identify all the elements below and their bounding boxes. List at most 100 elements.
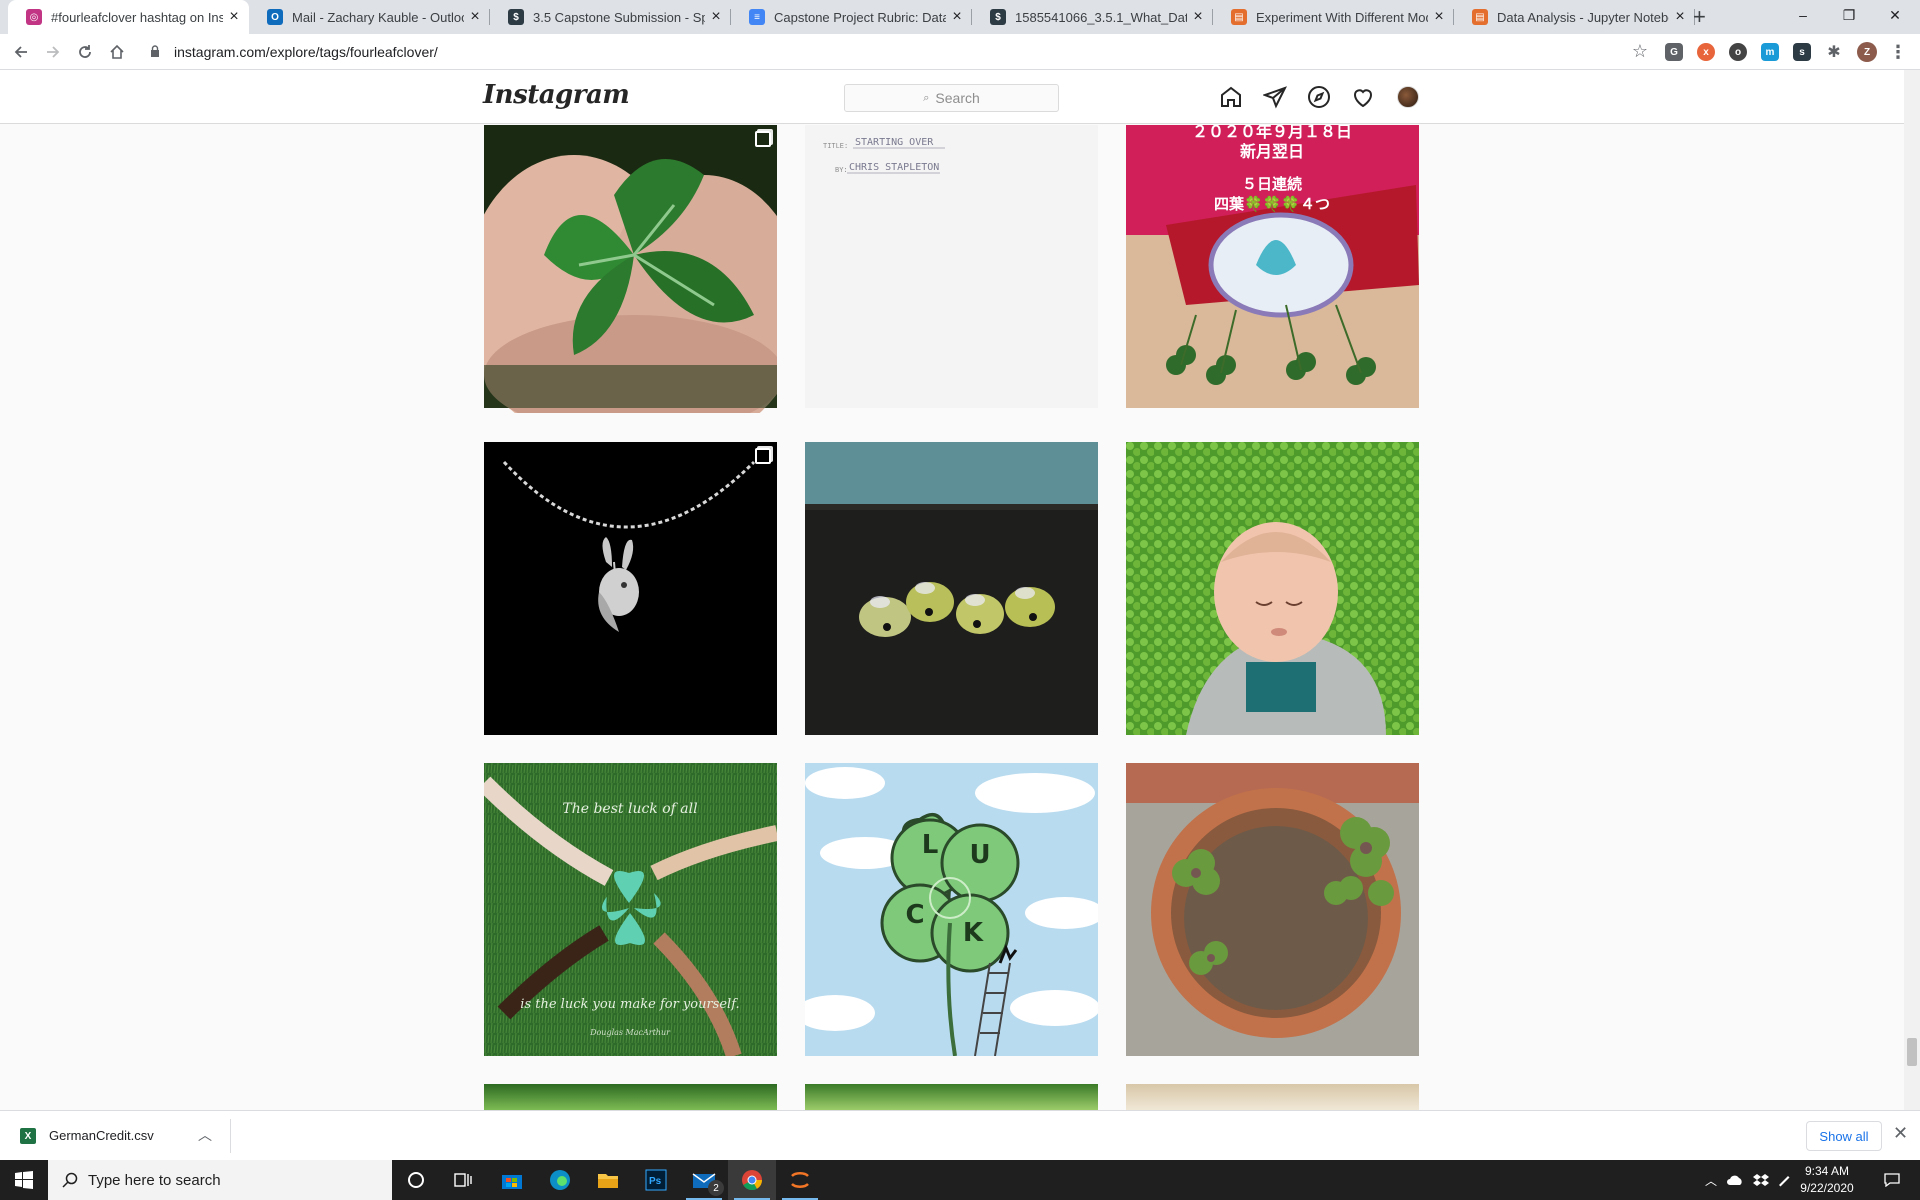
home-icon[interactable] — [1219, 85, 1243, 109]
taskbar-store[interactable] — [488, 1160, 536, 1200]
post-thumbnail-hands-quote[interactable]: The best luck of all is the luck you mak… — [484, 763, 777, 1056]
post-song-artist: CHRIS STAPLETON — [849, 162, 939, 173]
start-button[interactable] — [0, 1160, 48, 1200]
divider — [230, 1119, 231, 1153]
new-tab-button[interactable]: + — [1693, 4, 1706, 30]
extensions-puzzle-icon[interactable]: ✱ — [1825, 43, 1843, 61]
action-center-icon[interactable] — [1872, 1160, 1912, 1200]
task-view-button[interactable] — [440, 1160, 488, 1200]
chrome-icon — [742, 1170, 763, 1191]
onedrive-cloud-icon[interactable] — [1722, 1160, 1748, 1200]
bookmark-star-icon[interactable]: ☆ — [1632, 41, 1648, 62]
page-scrollbar[interactable] — [1904, 70, 1920, 1110]
instagram-search-input[interactable]: ⌕ Search — [844, 84, 1059, 112]
reload-button[interactable] — [71, 38, 99, 66]
taskbar-search-box[interactable]: Type here to search — [48, 1160, 392, 1200]
home-button[interactable] — [103, 38, 131, 66]
close-tab-icon[interactable]: × — [464, 8, 486, 26]
show-all-button[interactable]: Show all — [1806, 1121, 1882, 1151]
profile-avatar[interactable]: Z — [1857, 42, 1877, 62]
close-window-button[interactable]: ✕ — [1872, 0, 1918, 30]
cortana-circle-icon — [408, 1172, 424, 1188]
outlook-icon: O — [267, 9, 283, 25]
system-clock[interactable]: 9:34 AM 9/22/2020 — [1792, 1163, 1862, 1197]
post-song-title: STARTING OVER — [855, 137, 934, 148]
post-thumbnail-tracklist[interactable]: TITLE: STARTING OVER BY: CHRIS STAPLETON — [805, 125, 1098, 413]
lock-icon — [151, 45, 159, 57]
close-downloads-icon[interactable]: ✕ — [1893, 1123, 1908, 1144]
downloads-bar: X GermanCredit.csv ︿ Show all ✕ — [0, 1110, 1920, 1160]
home-icon — [110, 44, 124, 59]
forward-button[interactable] — [39, 38, 67, 66]
browser-tab[interactable]: ▤ Experiment With Different Model × — [1213, 0, 1454, 34]
post-quote-author: Douglas MacArthur — [589, 1028, 671, 1037]
back-button[interactable] — [7, 38, 35, 66]
browser-tab[interactable]: ≡ Capstone Project Rubric: Data Co× — [731, 0, 972, 34]
instagram-icon: ◎ — [26, 9, 42, 25]
explore-compass-icon[interactable] — [1307, 85, 1331, 109]
tab-strip: ◎#fourleafclover hashtag on Instag×OMail… — [0, 0, 1920, 34]
taskbar-chrome[interactable] — [728, 1160, 776, 1200]
close-tab-icon[interactable]: × — [705, 8, 727, 26]
download-filename[interactable]: GermanCredit.csv — [49, 1128, 154, 1143]
post-quote-bottom: is the luck you make for yourself. — [520, 997, 739, 1012]
taskbar-jupyter[interactable] — [776, 1160, 824, 1200]
taskbar-file-explorer[interactable] — [584, 1160, 632, 1200]
close-tab-icon[interactable]: × — [1187, 8, 1209, 26]
post-thumbnail-hands-clover[interactable] — [484, 125, 777, 413]
close-tab-icon[interactable]: × — [1669, 8, 1691, 26]
post-thumbnail-partial[interactable] — [484, 1084, 777, 1110]
post-thumbnail-bunny-necklace[interactable] — [484, 442, 777, 735]
browser-tab[interactable]: O Mail - Zachary Kauble - Outlook × — [249, 0, 490, 34]
jupyter-icon — [791, 1172, 809, 1188]
search-icon — [62, 1172, 78, 1188]
close-tab-icon[interactable]: × — [223, 8, 245, 26]
post-letter-1: L — [922, 830, 939, 860]
restore-button[interactable]: ❐ — [1826, 0, 1872, 30]
post-caption-line4: 四葉🍀🍀🍀４つ — [1214, 195, 1330, 213]
close-tab-icon[interactable]: × — [946, 8, 968, 26]
jupyter-icon: ▤ — [1472, 9, 1488, 25]
post-thumbnail-partial[interactable] — [805, 1084, 1098, 1110]
pen-ink-icon[interactable] — [1774, 1160, 1794, 1200]
post-thumbnail-clay-pot[interactable] — [1126, 763, 1419, 1056]
close-tab-icon[interactable]: × — [1428, 8, 1450, 26]
chevron-up-icon[interactable]: ︿ — [198, 1125, 212, 1145]
post-thumbnail-glass-beads[interactable] — [805, 442, 1098, 735]
extension-g-icon[interactable]: G — [1665, 43, 1683, 61]
instagram-logo[interactable]: Instagram — [483, 80, 630, 110]
chrome-menu-icon[interactable]: ⋮ — [1889, 42, 1907, 62]
browser-tab[interactable]: $3.5 Capstone Submission - Spring× — [490, 0, 731, 34]
dropbox-icon[interactable] — [1748, 1160, 1774, 1200]
browser-tab[interactable]: $1585541066_3.5.1_What_Data_to× — [972, 0, 1213, 34]
instagram-avatar[interactable] — [1397, 86, 1419, 108]
show-hidden-icons-chevron-icon[interactable]: ︿ — [1700, 1160, 1722, 1200]
post-thumbnail-baby-clover[interactable] — [1126, 442, 1419, 735]
extension-circle-icon[interactable]: o — [1729, 43, 1747, 61]
address-bar[interactable]: instagram.com/explore/tags/fourleafclove… — [140, 37, 1656, 67]
post-thumbnail-partial[interactable] — [1126, 1084, 1419, 1110]
post-letter-2: U — [969, 840, 990, 870]
extension-x-icon[interactable]: x — [1697, 43, 1715, 61]
browser-tab[interactable]: ◎ #fourleafclover hashtag on Instag× — [8, 0, 249, 34]
cortana-button[interactable] — [392, 1160, 440, 1200]
post-thumbnail-luck-drawing[interactable]: L U C K — [805, 763, 1098, 1056]
browser-tab[interactable]: ▤ Data Analysis - Jupyter Notebook× — [1454, 0, 1695, 34]
post-thumbnail-japanese-badge[interactable]: ２０２０年９月１８日 新月翌日 ５日連続 四葉🍀🍀🍀４つ — [1126, 125, 1419, 413]
taskbar-edge[interactable] — [536, 1160, 584, 1200]
extension-s-icon[interactable]: s — [1793, 43, 1811, 61]
arrow-left-icon — [14, 46, 27, 58]
carousel-multi-icon — [755, 131, 771, 147]
search-placeholder: Search — [935, 90, 980, 106]
dollar-icon: $ — [990, 9, 1006, 25]
browser-toolbar: instagram.com/explore/tags/fourleafclove… — [0, 34, 1920, 70]
taskbar-photoshop[interactable]: Ps — [632, 1160, 680, 1200]
extension-m-icon[interactable]: m — [1761, 43, 1779, 61]
activity-heart-icon[interactable] — [1351, 85, 1375, 109]
scrollbar-thumb[interactable] — [1907, 1038, 1917, 1066]
minimize-button[interactable]: – — [1780, 0, 1826, 30]
direct-message-icon[interactable] — [1263, 85, 1287, 109]
post-caption-line3: ５日連続 — [1242, 175, 1302, 193]
mail-badge: 2 — [708, 1180, 724, 1196]
taskbar-mail[interactable]: 2 — [680, 1160, 728, 1200]
